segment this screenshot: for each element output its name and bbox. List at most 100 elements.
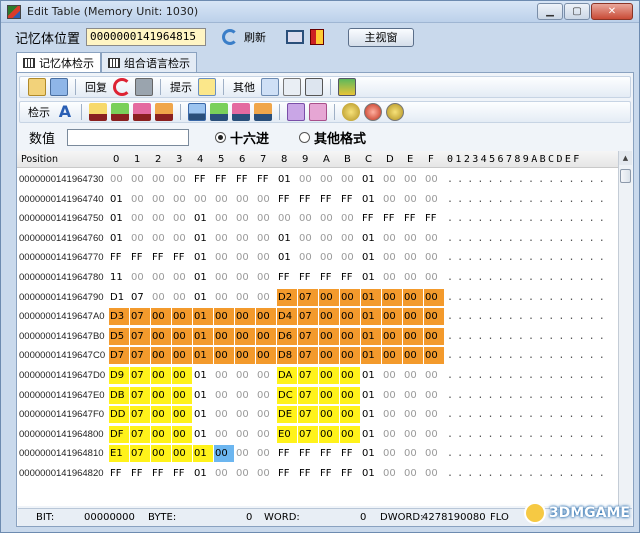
byte-cell[interactable]: 00 bbox=[214, 387, 234, 404]
byte-cell[interactable]: 00 bbox=[382, 426, 402, 443]
refresh-button[interactable]: 刷新 bbox=[244, 29, 266, 45]
byte-cell[interactable]: 00 bbox=[235, 445, 255, 462]
byte-cell[interactable]: 01 bbox=[361, 347, 381, 365]
byte-cell[interactable]: 01 bbox=[193, 465, 213, 482]
byte-cell[interactable]: 00 bbox=[340, 249, 360, 266]
table-row[interactable]: 0000000141964760 01 00 00 00 01 00 00 00 01 00 00 00… bbox=[17, 229, 619, 248]
other-button[interactable]: 其他 bbox=[231, 79, 257, 95]
byte-cell[interactable]: 01 bbox=[193, 269, 213, 286]
double-icon[interactable] bbox=[309, 103, 327, 121]
restore-button[interactable]: 回复 bbox=[83, 79, 109, 95]
byte-cell[interactable]: 00 bbox=[319, 367, 339, 384]
byte-cell[interactable]: 00 bbox=[214, 327, 234, 345]
byte-cell[interactable]: 00 bbox=[340, 327, 360, 345]
byte-cell[interactable]: D8 bbox=[277, 347, 297, 365]
record-gold-icon[interactable] bbox=[386, 103, 404, 121]
byte-cell[interactable]: 00 bbox=[214, 426, 234, 443]
byte-cell[interactable]: 01 bbox=[361, 406, 381, 423]
byte-cell[interactable]: 00 bbox=[214, 347, 234, 365]
byte-cell[interactable]: 00 bbox=[172, 230, 192, 247]
byte-cell[interactable]: 00 bbox=[424, 230, 444, 247]
byte-cell[interactable]: 00 bbox=[172, 367, 192, 384]
byte-cell[interactable]: 00 bbox=[340, 386, 360, 404]
byte-cell[interactable]: 00 bbox=[298, 249, 318, 266]
clipboard-icon[interactable] bbox=[283, 78, 301, 96]
byte-cell[interactable]: FF bbox=[319, 191, 339, 208]
main-window-button[interactable]: 主视窗 bbox=[348, 27, 415, 47]
byte-cell[interactable]: 00 bbox=[403, 387, 423, 404]
byte-cell[interactable]: 00 bbox=[319, 249, 339, 266]
byte-cell[interactable]: 00 bbox=[256, 289, 276, 306]
byte-cell[interactable]: D5 bbox=[109, 327, 129, 345]
byte-cell[interactable]: 00 bbox=[235, 191, 255, 208]
byte-cell[interactable]: 00 bbox=[235, 367, 255, 384]
record-red-icon[interactable] bbox=[364, 103, 382, 121]
byte-cell[interactable]: 00 bbox=[298, 171, 318, 188]
byte-cell[interactable]: 00 bbox=[151, 171, 171, 188]
hint-icon[interactable] bbox=[198, 78, 216, 96]
byte-cell[interactable]: 00 bbox=[382, 445, 402, 462]
byte-cell[interactable]: E1 bbox=[109, 445, 129, 463]
address-input[interactable]: 0000000141964815 bbox=[86, 28, 207, 46]
byte-cell[interactable]: 00 bbox=[172, 386, 192, 404]
byte-cell[interactable]: FF bbox=[130, 249, 150, 266]
byte-cell[interactable]: 00 bbox=[277, 210, 297, 227]
byte-cell[interactable]: 00 bbox=[340, 425, 360, 443]
byte-cell[interactable]: 00 bbox=[130, 191, 150, 208]
byte-cell[interactable]: 00 bbox=[256, 426, 276, 443]
byte-cell[interactable]: 01 bbox=[361, 327, 381, 345]
byte-cell[interactable]: 00 bbox=[319, 347, 339, 365]
byte-cell[interactable]: 00 bbox=[319, 210, 339, 227]
byte-cell[interactable]: 01 bbox=[361, 230, 381, 247]
byte-cell[interactable]: 00 bbox=[403, 191, 423, 208]
byte-cell[interactable]: 07 bbox=[298, 406, 318, 424]
byte-cell[interactable]: 00 bbox=[235, 249, 255, 266]
byte-cell[interactable]: 00 bbox=[340, 210, 360, 227]
byte-cell[interactable]: 07 bbox=[298, 327, 318, 345]
byte-cell[interactable]: 01 bbox=[193, 367, 213, 384]
byte-cell[interactable]: 00 bbox=[382, 406, 402, 423]
byte-cell[interactable]: 00 bbox=[256, 269, 276, 286]
byte-cell[interactable]: DC bbox=[277, 386, 297, 404]
byte-cell[interactable]: 00 bbox=[235, 387, 255, 404]
byte-cell[interactable]: 01 bbox=[109, 230, 129, 247]
byte-cell[interactable]: 00 bbox=[340, 308, 360, 326]
byte-cell[interactable]: 00 bbox=[151, 289, 171, 306]
byte-cell[interactable]: 07 bbox=[298, 347, 318, 365]
table-row[interactable]: 0000000141964770 FF FF FF FF 01 00 00 00 01 00 00 00… bbox=[17, 248, 619, 267]
byte-cell[interactable]: 00 bbox=[424, 367, 444, 384]
byte-cell[interactable]: 00 bbox=[256, 367, 276, 384]
byte-cell[interactable]: 00 bbox=[130, 210, 150, 227]
tab-memory-view[interactable]: 记忆体检示 bbox=[16, 52, 101, 73]
byte-cell[interactable]: 00 bbox=[151, 386, 171, 404]
byte-cell[interactable]: FF bbox=[319, 445, 339, 462]
byte-cell[interactable]: DB bbox=[109, 386, 129, 404]
byte-cell[interactable]: FF bbox=[319, 269, 339, 286]
byte-cell[interactable]: 07 bbox=[298, 425, 318, 443]
byte-cell[interactable]: 01 bbox=[361, 426, 381, 443]
byte-cell[interactable]: 00 bbox=[340, 230, 360, 247]
table-row[interactable]: 00000001419647F0 DD 07 00 00 01 00 00 00 DE 07 00 00… bbox=[17, 405, 619, 424]
byte-cell[interactable]: 00 bbox=[214, 406, 234, 423]
vertical-scrollbar[interactable]: ▲ bbox=[618, 151, 632, 506]
byte-cell[interactable]: 07 bbox=[130, 289, 150, 306]
byte-cell[interactable]: 00 bbox=[151, 191, 171, 208]
byte-cell[interactable]: FF bbox=[109, 249, 129, 266]
byte-cell[interactable]: 00 bbox=[382, 288, 402, 306]
byte-cell[interactable]: 01 bbox=[361, 288, 381, 306]
table-row[interactable]: 0000000141964820 FF FF FF FF 01 00 00 00 FF FF FF FF… bbox=[17, 464, 619, 483]
byte-cell[interactable]: 00 bbox=[403, 230, 423, 247]
byte-cell[interactable]: 00 bbox=[424, 465, 444, 482]
byte-cell[interactable]: DE bbox=[277, 406, 297, 424]
table-row[interactable]: 00000001419647D0 D9 07 00 00 01 00 00 00 DA 07 00 00… bbox=[17, 366, 619, 385]
byte-cell[interactable]: FF bbox=[340, 269, 360, 286]
monitor-icon[interactable] bbox=[286, 30, 305, 44]
byte-cell[interactable]: 00 bbox=[235, 406, 255, 423]
byte-cell[interactable]: 01 bbox=[277, 249, 297, 266]
radio-other-format[interactable]: 其他格式 bbox=[299, 128, 366, 147]
byte-cell[interactable]: 00 bbox=[403, 426, 423, 443]
byte-cell[interactable]: 00 bbox=[235, 308, 255, 326]
byte-cell[interactable]: 00 bbox=[256, 230, 276, 247]
byte-cell[interactable]: 07 bbox=[130, 308, 150, 326]
book-icon[interactable] bbox=[310, 29, 325, 45]
